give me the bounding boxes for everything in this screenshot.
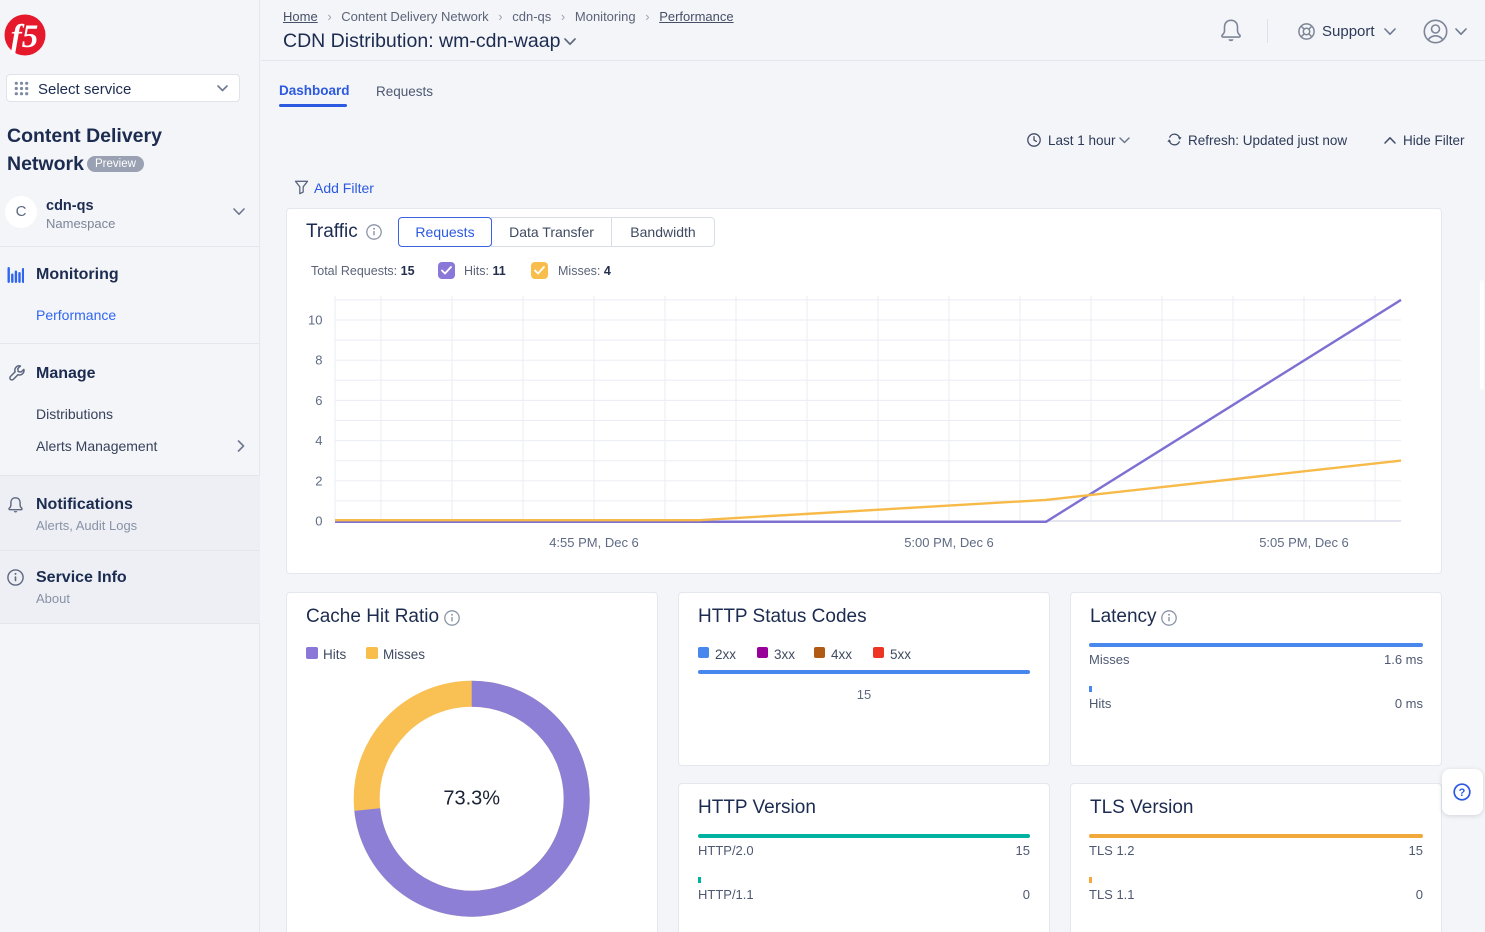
svg-text:8: 8 <box>315 353 322 368</box>
svg-text:4: 4 <box>315 433 322 448</box>
svg-text:10: 10 <box>308 313 322 328</box>
svg-text:0: 0 <box>315 514 322 529</box>
svg-text:5:00 PM, Dec 6: 5:00 PM, Dec 6 <box>904 535 994 550</box>
svg-text:f5: f5 <box>11 19 39 55</box>
svg-text:4:55 PM, Dec 6: 4:55 PM, Dec 6 <box>549 535 639 550</box>
svg-text:73.3%: 73.3% <box>443 787 500 809</box>
svg-text:2: 2 <box>315 473 322 488</box>
svg-text:?: ? <box>1459 787 1466 799</box>
svg-text:5:05 PM, Dec 6: 5:05 PM, Dec 6 <box>1259 535 1349 550</box>
svg-text:6: 6 <box>315 393 322 408</box>
